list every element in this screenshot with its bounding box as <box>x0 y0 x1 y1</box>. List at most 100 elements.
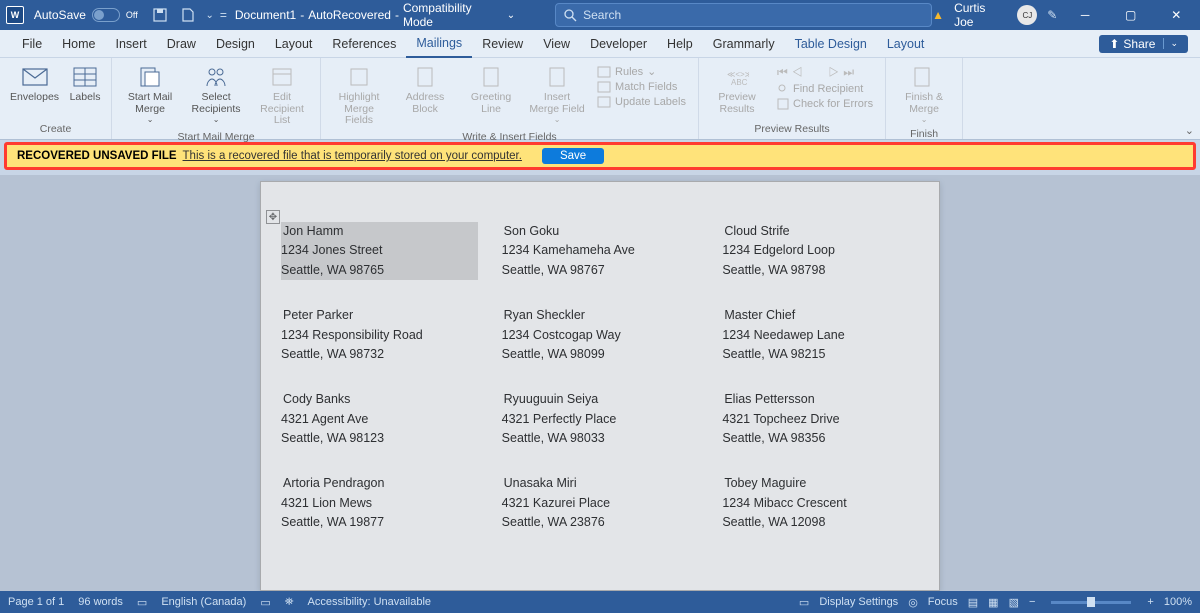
address-block: Master Chief1234 Needawep LaneSeattle, W… <box>722 306 919 364</box>
ribbon-group-write: Highlight Merge Fields Address Block Gre… <box>321 58 699 139</box>
chevron-down-icon[interactable]: ⌄ <box>507 10 515 21</box>
ribbon-group-finish: Finish & Merge⌄ Finish <box>886 58 963 139</box>
envelopes-button[interactable]: Envelopes <box>6 62 63 106</box>
address-block: Cloud Strife1234 Edgelord LoopSeattle, W… <box>722 222 919 280</box>
tab-table-design[interactable]: Table Design <box>785 30 877 58</box>
rules-button[interactable]: Rules ⌄ <box>595 64 688 79</box>
address-block: Cody Banks4321 Agent AveSeattle, WA 9812… <box>281 390 478 448</box>
address-block: Son Goku1234 Kamehameha AveSeattle, WA 9… <box>502 222 699 280</box>
mail-merge-icon <box>137 64 163 90</box>
autosave-toggle[interactable]: AutoSave Off <box>34 8 138 22</box>
tab-references[interactable]: References <box>322 30 406 58</box>
start-mail-merge-button[interactable]: Start Mail Merge⌄ <box>118 62 182 126</box>
toggle-switch[interactable] <box>92 8 120 22</box>
page: ✥ Jon Hamm1234 Jones StreetSeattle, WA 9… <box>260 181 940 591</box>
address-name: Artoria Pendragon <box>281 474 478 493</box>
record-nav[interactable]: ⏮◁ ▷⏭ <box>775 64 875 81</box>
tab-review[interactable]: Review <box>472 30 533 58</box>
group-title-finish: Finish <box>910 126 938 142</box>
document-title[interactable]: Document1 - AutoRecovered - Compatibilit… <box>235 1 515 29</box>
address-icon <box>412 64 438 90</box>
status-focus[interactable]: Focus <box>928 596 958 608</box>
display-settings-icon[interactable]: ▭ <box>799 596 809 609</box>
address-block-button[interactable]: Address Block <box>393 62 457 117</box>
address-block: Artoria Pendragon4321 Lion MewsSeattle, … <box>281 474 478 532</box>
address-street: 1234 Kamehameha Ave <box>502 241 699 260</box>
address-block: Ryan Sheckler1234 Costcogap WaySeattle, … <box>502 306 699 364</box>
doc-icon[interactable] <box>178 5 198 25</box>
status-words[interactable]: 96 words <box>78 596 123 608</box>
doc-suffix-autorecovered: AutoRecovered <box>308 8 391 22</box>
tab-layout[interactable]: Layout <box>265 30 323 58</box>
recipients-icon <box>203 64 229 90</box>
zoom-out-button[interactable]: − <box>1029 596 1035 608</box>
view-print-icon[interactable]: ▦ <box>988 596 998 609</box>
autosave-label: AutoSave <box>34 8 86 22</box>
status-language[interactable]: English (Canada) <box>161 596 246 608</box>
user-name[interactable]: Curtis Joe <box>954 1 1007 29</box>
address-street: 4321 Perfectly Place <box>502 410 699 429</box>
zoom-slider[interactable] <box>1051 601 1131 604</box>
edit-recipient-list-button[interactable]: Edit Recipient List <box>250 62 314 129</box>
table-anchor-icon[interactable]: ✥ <box>266 210 280 224</box>
accessibility-icon[interactable]: ▭ <box>260 596 270 609</box>
tab-view[interactable]: View <box>533 30 580 58</box>
status-display[interactable]: Display Settings <box>819 596 898 608</box>
warning-icon[interactable]: ▲ <box>932 8 944 22</box>
tab-developer[interactable]: Developer <box>580 30 657 58</box>
address-block: Unasaka Miri4321 Kazurei PlaceSeattle, W… <box>502 474 699 532</box>
message-text[interactable]: This is a recovered file that is tempora… <box>183 150 522 162</box>
status-page[interactable]: Page 1 of 1 <box>8 596 64 608</box>
address-city: Seattle, WA 98033 <box>502 429 699 448</box>
share-button[interactable]: ⬆ Share ⌄ <box>1099 35 1188 53</box>
view-web-icon[interactable]: ▧ <box>1009 596 1019 609</box>
tab-table-layout[interactable]: Layout <box>877 30 935 58</box>
tab-insert[interactable]: Insert <box>106 30 157 58</box>
update-labels-button[interactable]: Update Labels <box>595 95 688 109</box>
finish-merge-button[interactable]: Finish & Merge⌄ <box>892 62 956 126</box>
save-button[interactable]: Save <box>542 148 604 164</box>
address-block: Elias Pettersson4321 Topcheez DriveSeatt… <box>722 390 919 448</box>
document-area[interactable]: ✥ Jon Hamm1234 Jones StreetSeattle, WA 9… <box>0 175 1200 591</box>
greeting-icon <box>478 64 504 90</box>
highlight-fields-button[interactable]: Highlight Merge Fields <box>327 62 391 129</box>
close-button[interactable]: ✕ <box>1158 0 1194 30</box>
chevron-down-icon[interactable]: ⌄ <box>1163 38 1178 49</box>
spellcheck-icon[interactable]: ▭ <box>137 596 147 609</box>
select-recipients-button[interactable]: Select Recipients⌄ <box>184 62 248 126</box>
check-errors-button[interactable]: Check for Errors <box>775 97 875 111</box>
zoom-in-button[interactable]: + <box>1147 596 1153 608</box>
status-bar: Page 1 of 1 96 words ▭ English (Canada) … <box>0 591 1200 613</box>
zoom-level[interactable]: 100% <box>1164 596 1192 608</box>
focus-icon[interactable]: ◎ <box>908 596 918 609</box>
dropdown-icon[interactable]: ⌄ <box>205 10 213 21</box>
tab-draw[interactable]: Draw <box>157 30 206 58</box>
labels-button[interactable]: Labels <box>65 62 105 106</box>
search-input[interactable]: Search <box>555 3 932 27</box>
minimize-button[interactable]: ─ <box>1067 0 1103 30</box>
tab-home[interactable]: Home <box>52 30 105 58</box>
collapse-ribbon-button[interactable]: ⌄ <box>1185 124 1194 137</box>
find-recipient-button[interactable]: Find Recipient <box>775 82 875 96</box>
svg-text:ABC: ABC <box>731 78 748 85</box>
message-title: RECOVERED UNSAVED FILE <box>17 150 177 162</box>
tab-mailings[interactable]: Mailings <box>406 30 472 58</box>
tab-help[interactable]: Help <box>657 30 703 58</box>
tab-grammarly[interactable]: Grammarly <box>703 30 785 58</box>
status-accessibility[interactable]: Accessibility: Unavailable <box>308 596 432 608</box>
address-city: Seattle, WA 98767 <box>502 261 699 280</box>
maximize-button[interactable]: ▢ <box>1113 0 1149 30</box>
view-read-icon[interactable]: ▤ <box>968 596 978 609</box>
tab-design[interactable]: Design <box>206 30 265 58</box>
address-street: 1234 Responsibility Road <box>281 326 478 345</box>
avatar[interactable]: CJ <box>1017 5 1037 25</box>
match-fields-button[interactable]: Match Fields <box>595 80 688 94</box>
insert-merge-field-button[interactable]: Insert Merge Field⌄ <box>525 62 589 126</box>
ribbon-tabs: File Home Insert Draw Design Layout Refe… <box>0 30 1200 58</box>
tab-file[interactable]: File <box>12 30 52 58</box>
save-icon[interactable] <box>150 5 170 25</box>
preview-results-button[interactable]: ≪<>≫ABCPreview Results <box>705 62 769 117</box>
highlight-icon <box>346 64 372 90</box>
greeting-line-button[interactable]: Greeting Line <box>459 62 523 117</box>
pen-icon[interactable]: ✎ <box>1047 8 1057 22</box>
